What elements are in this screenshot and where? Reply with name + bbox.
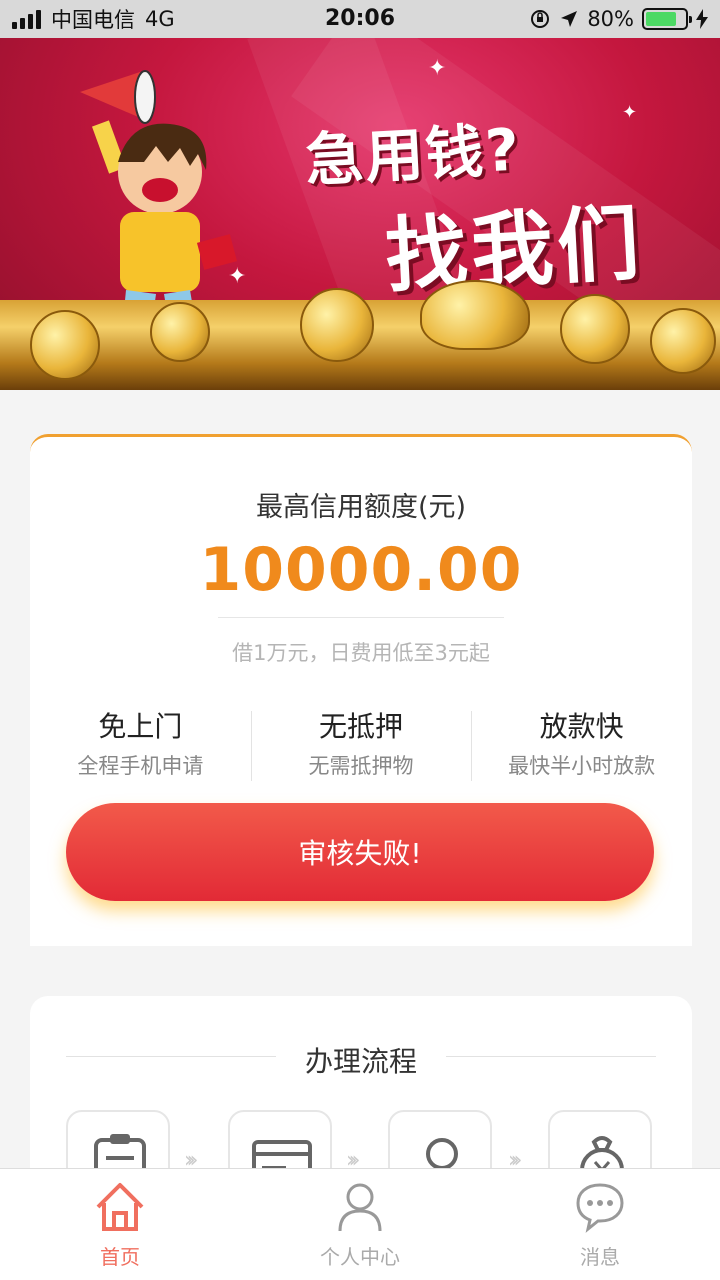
credit-limit-label: 最高信用额度(元) <box>255 492 467 523</box>
battery-fill <box>646 12 677 26</box>
rotation-lock-icon <box>531 10 550 28</box>
tab-label: 首页 <box>100 1245 140 1269</box>
feature-subtitle: 全程手机申请 <box>77 754 204 778</box>
process-title: 办理流程 <box>304 1045 417 1078</box>
divider <box>218 617 504 618</box>
feature-title: 无抵押 <box>319 710 404 743</box>
feature-item: 无抵押 无需抵押物 <box>250 707 472 787</box>
process-steps: ››› ››› ››› <box>66 1110 656 1176</box>
chat-icon <box>576 1183 624 1233</box>
feature-subtitle: 无需抵押物 <box>308 754 414 778</box>
application-status-button[interactable]: 审核失败! <box>66 803 654 901</box>
tab-label: 个人中心 <box>320 1245 400 1269</box>
credit-limit-card: 最高信用额度(元) 10000.00 借1万元，日费用低至3元起 免上门 全程手… <box>30 434 692 946</box>
sparkle-icon: ✦ <box>622 102 638 123</box>
tab-label: 消息 <box>580 1245 620 1269</box>
feature-item: 免上门 全程手机申请 <box>30 707 251 787</box>
promo-text: 借1万元，日费用低至3元起 <box>232 641 490 665</box>
status-left: 中国电信 4G <box>12 0 175 38</box>
process-card: 办理流程 ››› ››› ››› <box>30 996 692 1176</box>
battery-icon <box>642 8 692 30</box>
tab-profile[interactable]: 个人中心 <box>240 1169 480 1280</box>
sparkle-icon: ✦ <box>428 56 447 81</box>
status-bar: 中国电信 4G 20:06 80% <box>0 0 720 38</box>
tab-messages[interactable]: 消息 <box>480 1169 720 1280</box>
user-icon <box>338 1183 382 1232</box>
step-loan[interactable] <box>548 1110 652 1176</box>
home-icon <box>96 1183 144 1231</box>
bottom-tab-bar: 首页 个人中心 消息 <box>0 1168 720 1280</box>
credit-limit-amount: 10000.00 <box>199 535 523 605</box>
battery-percent: 80% <box>587 7 634 31</box>
feature-title: 免上门 <box>98 710 183 743</box>
feature-list: 免上门 全程手机申请 无抵押 无需抵押物 放款快 最快半小时放款 <box>30 707 692 787</box>
feature-subtitle: 最快半小时放款 <box>508 754 656 778</box>
charging-icon <box>696 9 708 29</box>
feature-title: 放款快 <box>539 710 624 743</box>
signal-icon <box>12 9 41 29</box>
status-right: 80% <box>529 0 708 38</box>
carrier-label: 中国电信 <box>51 8 135 32</box>
gold-coins-decoration <box>0 280 720 390</box>
step-apply[interactable] <box>66 1110 170 1176</box>
step-review[interactable] <box>388 1110 492 1176</box>
promo-banner[interactable]: ✦ ✦ ✦ 急用钱? 找我们 <box>0 38 720 390</box>
title-line <box>446 1056 656 1057</box>
network-label: 4G <box>145 7 175 31</box>
step-verify[interactable] <box>228 1110 332 1176</box>
location-arrow-icon <box>561 11 578 27</box>
banner-subheadline: 找我们 <box>383 196 646 305</box>
tab-home[interactable]: 首页 <box>0 1169 240 1280</box>
feature-item: 放款快 最快半小时放款 <box>471 707 692 787</box>
